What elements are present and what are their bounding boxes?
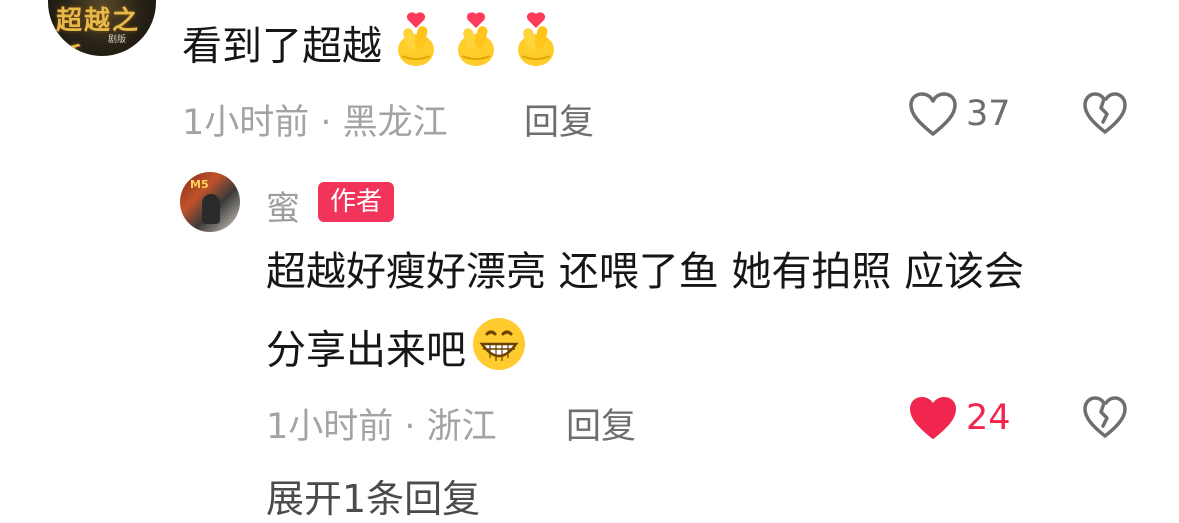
author-badge: 作者: [318, 182, 395, 222]
comment-meta: 1小时前 · 黑龙江: [182, 103, 448, 143]
reply-text-line-2: 分享出来吧: [266, 316, 528, 389]
reply-author-name[interactable]: 蜜: [266, 181, 300, 230]
reply-text-line-1: 超越好瘦好漂亮 还喂了鱼 她有拍照 应该会: [266, 249, 1025, 295]
avatar-figure: [202, 194, 220, 224]
avatar-logo-text: 超越之跃: [56, 6, 141, 56]
reply-text-line-2-body: 分享出来吧: [266, 327, 466, 374]
broken-heart-icon: [1082, 396, 1128, 444]
reply-author-avatar[interactable]: M5: [180, 172, 240, 232]
reply-reply-button[interactable]: 回复: [566, 398, 636, 449]
comment-text-body: 看到了超越: [182, 23, 382, 70]
heart-filled-icon: [908, 397, 958, 446]
expand-replies-link[interactable]: 展开1条回复: [266, 468, 480, 523]
reply-like-count: 24: [966, 398, 1011, 438]
reply-button[interactable]: 回复: [524, 94, 594, 145]
reply-like-button[interactable]: [908, 396, 958, 444]
finger-heart-icon: [510, 12, 562, 85]
like-button[interactable]: [908, 92, 958, 140]
heart-outline-icon: [908, 92, 958, 142]
dislike-button[interactable]: [1082, 92, 1128, 138]
like-count: 37: [966, 94, 1011, 134]
finger-heart-icon: [390, 12, 442, 85]
reply-meta: 1小时前 · 浙江: [266, 407, 497, 447]
commenter-avatar[interactable]: 超越之跃 剧版: [48, 0, 156, 56]
avatar-sub-text: 剧版: [108, 35, 127, 45]
avatar-logo-text: M5: [190, 178, 209, 191]
reply-dislike-button[interactable]: [1082, 396, 1128, 442]
grinning-face-icon: [470, 316, 528, 389]
comment-text: 看到了超越: [182, 12, 562, 85]
broken-heart-icon: [1082, 92, 1128, 140]
finger-heart-icon: [450, 12, 502, 85]
